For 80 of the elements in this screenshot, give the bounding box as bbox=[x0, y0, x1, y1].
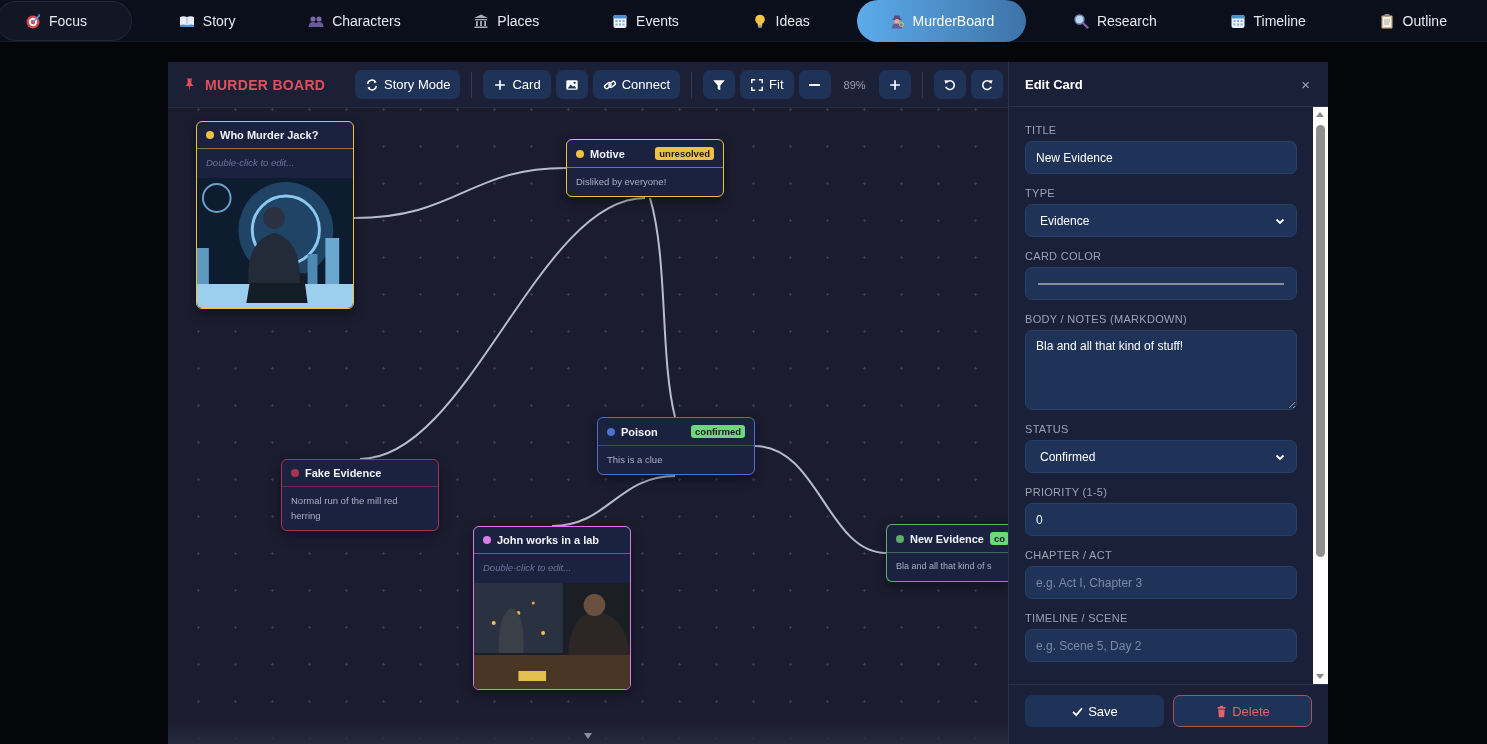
expand-icon bbox=[750, 77, 765, 92]
input-field[interactable]: 0 bbox=[1025, 503, 1297, 536]
image-button[interactable] bbox=[555, 70, 588, 99]
delete-button[interactable]: Delete bbox=[1173, 695, 1312, 727]
card-body: Bla and all that kind of s bbox=[895, 560, 993, 573]
field-label: TIMELINE / SCENE bbox=[1025, 612, 1129, 624]
card-placeholder: Double-click to edit... bbox=[482, 561, 573, 575]
trash-icon bbox=[1215, 704, 1229, 718]
plus-icon bbox=[887, 77, 902, 92]
board-card[interactable]: Poison confirmed This is a clue bbox=[597, 417, 755, 475]
caret-down-icon[interactable] bbox=[583, 732, 593, 740]
nav-tab[interactable]: Outline bbox=[1352, 0, 1473, 41]
board-title: MURDER BOARD bbox=[205, 76, 326, 93]
card-title: Motive bbox=[590, 147, 625, 160]
card-body: Disliked by everyone! bbox=[575, 175, 668, 189]
redo-button[interactable] bbox=[970, 70, 1003, 99]
nav-tab[interactable]: Ideas bbox=[725, 0, 836, 41]
nav-tab[interactable]: Events bbox=[586, 0, 705, 41]
undo-button[interactable] bbox=[933, 70, 966, 99]
zoom-level: 89% bbox=[842, 78, 867, 91]
card-title: Fake Evidence bbox=[305, 467, 382, 479]
board-card[interactable]: John works in a lab Double-click to edit... bbox=[473, 526, 631, 690]
card-title: New Evidence bbox=[910, 532, 984, 545]
nav-tab[interactable]: Research bbox=[1046, 0, 1183, 41]
select-field[interactable]: Evidence bbox=[1025, 204, 1297, 237]
plus-icon bbox=[493, 77, 508, 92]
nav-tab[interactable]: Story bbox=[152, 0, 262, 41]
select-field[interactable]: Confirmed bbox=[1025, 440, 1297, 473]
card-title: Poison bbox=[621, 425, 658, 438]
fit-button[interactable]: Fit bbox=[740, 70, 794, 99]
close-button[interactable]: × bbox=[1297, 75, 1314, 93]
board-card[interactable]: Fake Evidence Normal run of the mill red herring bbox=[281, 459, 439, 531]
zoom-in-button[interactable] bbox=[878, 70, 911, 99]
add-card-button[interactable]: Card bbox=[483, 70, 551, 99]
card-body: This is a clue bbox=[606, 453, 664, 467]
color-field[interactable] bbox=[1025, 267, 1297, 300]
status-badge: co bbox=[990, 532, 1008, 545]
nav-tab[interactable]: Places bbox=[447, 0, 566, 41]
nav-tab[interactable]: Focus bbox=[0, 0, 133, 41]
notes-field[interactable]: Bla and all that kind of stuff! bbox=[1025, 330, 1297, 410]
field-label: TYPE bbox=[1025, 187, 1056, 199]
input-field[interactable]: e.g. Scene 5, Day 2 bbox=[1025, 629, 1297, 662]
redo-icon bbox=[979, 77, 994, 92]
status-badge: confirmed bbox=[691, 425, 745, 438]
input-field[interactable]: New Evidence bbox=[1025, 141, 1297, 174]
field-label: PRIORITY (1-5) bbox=[1025, 486, 1109, 498]
field-label: STATUS bbox=[1025, 423, 1070, 435]
target-icon bbox=[25, 12, 41, 29]
input-field[interactable]: e.g. Act I, Chapter 3 bbox=[1025, 566, 1297, 599]
card-title: John works in a lab bbox=[497, 534, 600, 546]
story-mode-button[interactable]: Story Mode bbox=[355, 70, 461, 99]
filter-icon bbox=[712, 77, 727, 92]
connect-button[interactable]: Connect bbox=[592, 70, 681, 99]
building-icon bbox=[473, 12, 490, 29]
calendar-icon bbox=[612, 12, 629, 29]
search-icon bbox=[1072, 12, 1089, 29]
panel-title: Edit Card bbox=[1025, 76, 1083, 92]
calendar-icon bbox=[1229, 12, 1246, 29]
zoom-out-button[interactable] bbox=[798, 70, 831, 99]
minus-icon bbox=[809, 83, 821, 86]
scrollbar[interactable] bbox=[1313, 107, 1328, 684]
board-card[interactable]: New Evidence co Bla and all that kind of s bbox=[886, 524, 1008, 582]
nav-tab[interactable]: MurderBoard bbox=[856, 0, 1027, 42]
status-badge: unresolved bbox=[655, 147, 714, 160]
card-title: Who Murder Jack? bbox=[220, 129, 319, 141]
nav-tab[interactable]: Characters bbox=[282, 0, 427, 41]
board-card[interactable]: Motive unresolved Disliked by everyone! bbox=[566, 139, 724, 197]
nav-tab[interactable]: Timeline bbox=[1203, 0, 1332, 41]
card-placeholder: Double-click to edit... bbox=[205, 156, 296, 170]
board-card[interactable]: Who Murder Jack? Double-click to edit... bbox=[196, 121, 354, 309]
field-label: CARD COLOR bbox=[1025, 250, 1103, 262]
undo-icon bbox=[942, 77, 957, 92]
sync-icon bbox=[365, 77, 379, 92]
field-label: CHAPTER / ACT bbox=[1025, 549, 1114, 561]
card-body: Normal run of the mill red herring bbox=[290, 494, 399, 523]
filter-button[interactable] bbox=[703, 70, 736, 99]
save-button[interactable]: Save bbox=[1025, 695, 1164, 727]
image-icon bbox=[564, 77, 579, 92]
field-label: TITLE bbox=[1025, 124, 1058, 136]
field-label: BODY / NOTES (MARKDOWN) bbox=[1025, 313, 1188, 325]
